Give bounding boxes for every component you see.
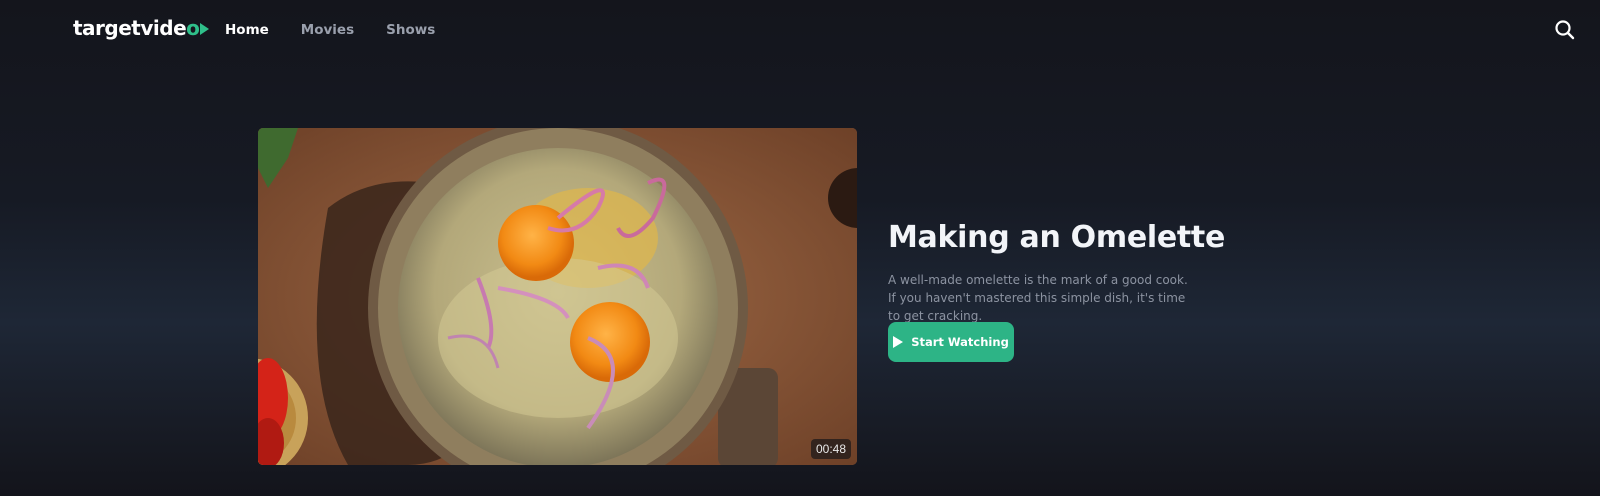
feature-description: A well-made omelette is the mark of a go… bbox=[888, 273, 1188, 323]
feature-title: Making an Omelette bbox=[888, 220, 1226, 255]
search-button[interactable] bbox=[1554, 19, 1576, 41]
duration-badge: 00:48 bbox=[810, 439, 851, 459]
feature-info: Making an Omelette A well-made omelette … bbox=[888, 220, 1228, 325]
nav-links: Home Movies Shows bbox=[225, 22, 467, 38]
nav-item-home[interactable]: Home bbox=[225, 22, 269, 38]
nav-item-movies[interactable]: Movies bbox=[301, 22, 354, 38]
play-icon bbox=[893, 336, 904, 348]
thumbnail-image bbox=[258, 128, 857, 465]
search-icon bbox=[1555, 20, 1575, 40]
brand-text-accent: o bbox=[186, 16, 200, 40]
brand-logo[interactable]: targetvide o bbox=[73, 16, 210, 40]
start-watching-label: Start Watching bbox=[911, 335, 1009, 349]
logo-play-icon bbox=[200, 23, 210, 35]
top-nav: targetvide o Home Movies Shows bbox=[0, 0, 1600, 62]
start-watching-button[interactable]: Start Watching bbox=[888, 322, 1014, 362]
video-thumbnail[interactable]: 00:48 bbox=[258, 128, 857, 465]
nav-item-shows[interactable]: Shows bbox=[386, 22, 435, 38]
brand-text-main: targetvide bbox=[73, 16, 187, 40]
